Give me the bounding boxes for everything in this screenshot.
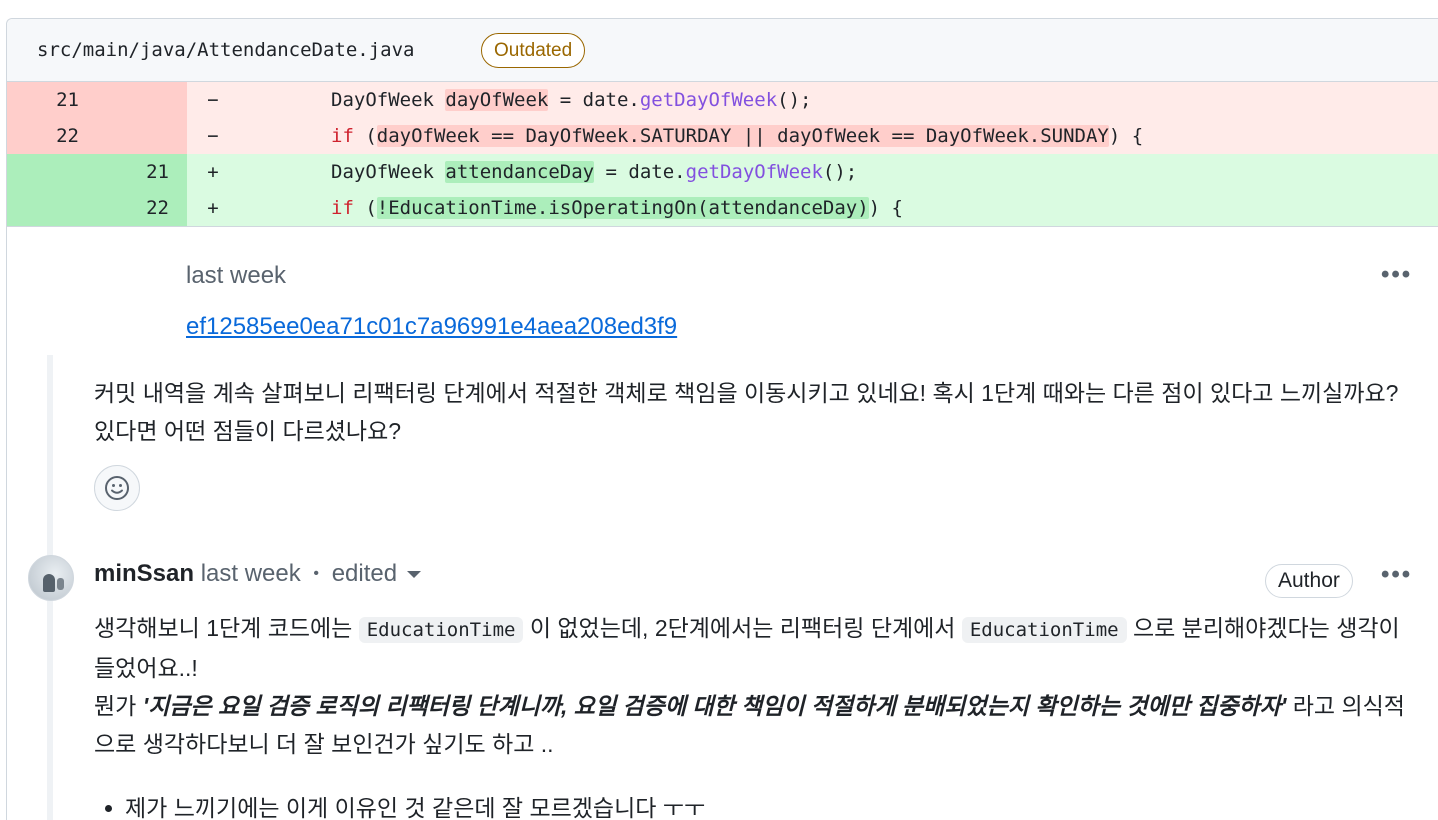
new-line-number[interactable]: 22: [97, 190, 187, 226]
reply-header: minSsan last week • edited: [94, 560, 422, 588]
comment-timestamp[interactable]: last week: [186, 262, 286, 290]
reply-timestamp[interactable]: last week: [201, 560, 301, 587]
more-options-icon[interactable]: •••: [1381, 261, 1412, 289]
bullet-icon: [105, 805, 112, 812]
review-thread-container: src/main/java/AttendanceDate.java Outdat…: [6, 18, 1438, 820]
diff-row-deleted: 21 − DayOfWeek dayOfWeek = date.getDayOf…: [7, 82, 1438, 118]
caret-down-icon: [407, 571, 422, 578]
smiley-icon: [105, 476, 129, 500]
file-header: src/main/java/AttendanceDate.java Outdat…: [7, 19, 1438, 82]
deletion-marker: −: [207, 89, 219, 111]
addition-marker: +: [207, 161, 219, 183]
inline-code: EducationTime: [961, 617, 1127, 643]
code-line: if (!EducationTime.isOperatingOn(attenda…: [331, 197, 903, 219]
reply-paragraph: 뭔가 '지금은 요일 검증 로직의 리팩터링 단계니까, 요일 검증에 대한 책…: [94, 693, 1405, 757]
code-line: DayOfWeek attendanceDay = date.getDayOfW…: [331, 161, 858, 183]
new-line-number: [97, 118, 187, 154]
new-line-number[interactable]: 21: [97, 154, 187, 190]
comment-body: 커밋 내역을 계속 살펴보니 리팩터링 단계에서 적절한 객체로 책임을 이동시…: [94, 380, 1399, 444]
divider: [7, 226, 1438, 227]
deletion-marker: −: [207, 125, 219, 147]
diff-row-added: 21 + DayOfWeek attendanceDay = date.getD…: [7, 154, 1438, 190]
file-path[interactable]: src/main/java/AttendanceDate.java: [37, 39, 415, 61]
new-line-number: [97, 82, 187, 118]
add-reaction-button[interactable]: [94, 465, 140, 511]
more-options-icon[interactable]: •••: [1381, 561, 1412, 589]
avatar[interactable]: [28, 555, 74, 601]
author-name[interactable]: minSsan: [94, 560, 194, 587]
emphasized-text: '지금은 요일 검증 로직의 리팩터링 단계니까, 요일 검증에 대한 책임이 …: [142, 693, 1287, 719]
reply-paragraph: 생각해보니 1단계 코드에는 EducationTime 이 없었는데, 2단계…: [94, 615, 1400, 681]
commit-link[interactable]: ef12585ee0ea71c01c7a96991e4aea208ed3f9: [186, 313, 677, 341]
outdated-badge: Outdated: [481, 33, 586, 68]
diff-row-added: 22 + if (!EducationTime.isOperatingOn(at…: [7, 190, 1438, 226]
code-line: DayOfWeek dayOfWeek = date.getDayOfWeek(…: [331, 89, 812, 111]
old-line-number: [7, 154, 97, 190]
diff-hunk: 21 − DayOfWeek dayOfWeek = date.getDayOf…: [7, 82, 1438, 226]
old-line-number[interactable]: 21: [7, 82, 97, 118]
list-item: 제가 느끼기에는 이게 이유인 것 같은데 잘 모르겠습니다 ㅜㅜ: [105, 791, 705, 820]
old-line-number: [7, 190, 97, 226]
code-line: if (dayOfWeek == DayOfWeek.SATURDAY || d…: [331, 125, 1144, 147]
author-badge: Author: [1265, 564, 1353, 598]
reply-body: 생각해보니 1단계 코드에는 EducationTime 이 없었는데, 2단계…: [94, 609, 1424, 763]
separator-dot: •: [313, 565, 320, 582]
addition-marker: +: [207, 197, 219, 219]
inline-code: EducationTime: [358, 617, 524, 643]
old-line-number[interactable]: 22: [7, 118, 97, 154]
edited-dropdown[interactable]: edited: [332, 560, 422, 587]
diff-row-deleted: 22 − if (dayOfWeek == DayOfWeek.SATURDAY…: [7, 118, 1438, 154]
